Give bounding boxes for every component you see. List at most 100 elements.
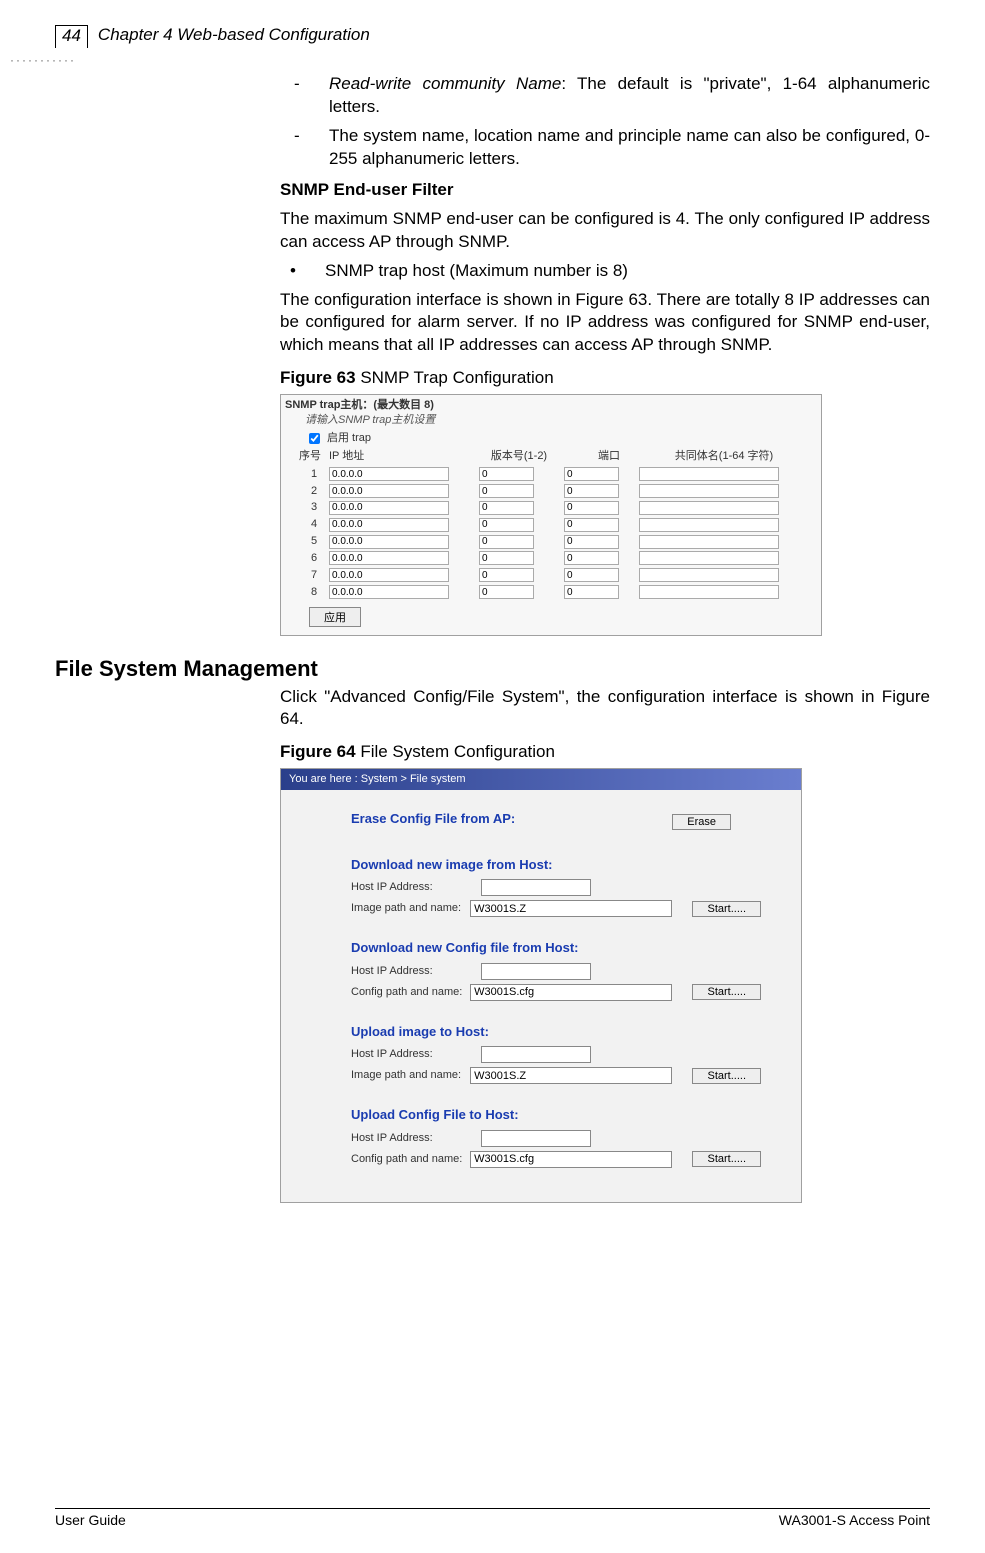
- upload-config-heading: Upload Config File to Host:: [351, 1106, 761, 1124]
- config-path-label: Config path and name:: [351, 1152, 470, 1167]
- dl-image-path-input[interactable]: [470, 900, 672, 917]
- row-seq: 5: [299, 534, 329, 549]
- ul-image-hostip-input[interactable]: [481, 1046, 591, 1063]
- trap-community-input[interactable]: [639, 585, 779, 599]
- dl-image-hostip-input[interactable]: [481, 879, 591, 896]
- trap-row: 2: [281, 483, 821, 500]
- trap-community-input[interactable]: [639, 535, 779, 549]
- chapter-title: Chapter 4 Web-based Configuration: [98, 25, 370, 45]
- ul-config-path-input[interactable]: [470, 1151, 672, 1168]
- trap-community-input[interactable]: [639, 568, 779, 582]
- bullet-item: • SNMP trap host (Maximum number is 8): [280, 260, 930, 283]
- figure63-caption-number: Figure 63: [280, 368, 356, 387]
- trap-ip-input[interactable]: [329, 501, 449, 515]
- apply-button[interactable]: 应用: [309, 607, 361, 627]
- erase-button[interactable]: Erase: [672, 814, 731, 830]
- trap-version-input[interactable]: [479, 501, 534, 515]
- trap-ip-input[interactable]: [329, 484, 449, 498]
- dash-icon: -: [280, 73, 329, 119]
- trap-port-input[interactable]: [564, 518, 619, 532]
- trap-community-input[interactable]: [639, 467, 779, 481]
- trap-version-input[interactable]: [479, 551, 534, 565]
- trap-community-input[interactable]: [639, 518, 779, 532]
- enable-trap-checkbox[interactable]: [309, 433, 320, 444]
- dash-icon: -: [280, 125, 329, 171]
- trap-row: 3: [281, 499, 821, 516]
- trap-port-input[interactable]: [564, 467, 619, 481]
- trap-version-input[interactable]: [479, 535, 534, 549]
- col-seq: 序号: [299, 449, 329, 464]
- figure64-panel: You are here : System > File system Eras…: [280, 768, 802, 1203]
- figure63-caption: Figure 63 SNMP Trap Configuration: [280, 367, 930, 390]
- snmp-filter-para: The maximum SNMP end-user can be configu…: [280, 208, 930, 254]
- enable-trap-label: 启用 trap: [327, 431, 371, 446]
- sysname-text: The system name, location name and princ…: [329, 125, 930, 171]
- footer-left: User Guide: [55, 1512, 126, 1528]
- col-ver: 版本号(1-2): [469, 449, 569, 464]
- trap-ip-input[interactable]: [329, 568, 449, 582]
- trap-ip-input[interactable]: [329, 585, 449, 599]
- trap-port-input[interactable]: [564, 585, 619, 599]
- fig63-table-header: 序号 IP 地址 版本号(1-2) 端口 共同体名(1-64 字符): [281, 447, 821, 466]
- main-content: - Read-write community Name: The default…: [280, 73, 930, 636]
- dl-config-start-button[interactable]: Start.....: [692, 984, 761, 1000]
- host-ip-label: Host IP Address:: [351, 1131, 481, 1146]
- col-ip: IP 地址: [329, 449, 469, 464]
- config-path-label: Config path and name:: [351, 985, 470, 1000]
- snmp-filter-heading: SNMP End-user Filter: [280, 179, 930, 202]
- bullet-icon: •: [280, 260, 325, 283]
- figure63-caption-text: SNMP Trap Configuration: [356, 368, 554, 387]
- ul-config-hostip-input[interactable]: [481, 1130, 591, 1147]
- download-image-heading: Download new image from Host:: [351, 856, 761, 874]
- trap-version-input[interactable]: [479, 484, 534, 498]
- dl-config-hostip-input[interactable]: [481, 963, 591, 980]
- trap-port-input[interactable]: [564, 501, 619, 515]
- trap-version-input[interactable]: [479, 585, 534, 599]
- trap-ip-input[interactable]: [329, 467, 449, 481]
- host-ip-label: Host IP Address:: [351, 880, 481, 895]
- trap-version-input[interactable]: [479, 568, 534, 582]
- row-seq: 1: [299, 467, 329, 482]
- trap-row: 5: [281, 533, 821, 550]
- dl-image-start-button[interactable]: Start.....: [692, 901, 761, 917]
- upload-image-heading: Upload image to Host:: [351, 1023, 761, 1041]
- download-config-heading: Download new Config file from Host:: [351, 939, 761, 957]
- host-ip-label: Host IP Address:: [351, 1047, 481, 1062]
- ul-image-start-button[interactable]: Start.....: [692, 1068, 761, 1084]
- col-port: 端口: [569, 449, 649, 464]
- page-header: 44 Chapter 4 Web-based Configuration ···…: [55, 25, 930, 48]
- trap-row: 6: [281, 550, 821, 567]
- trap-port-input[interactable]: [564, 535, 619, 549]
- trap-version-input[interactable]: [479, 467, 534, 481]
- trap-port-input[interactable]: [564, 568, 619, 582]
- trap-ip-input[interactable]: [329, 551, 449, 565]
- dl-config-path-input[interactable]: [470, 984, 672, 1001]
- trap-ip-input[interactable]: [329, 535, 449, 549]
- row-seq: 7: [299, 568, 329, 583]
- row-seq: 6: [299, 551, 329, 566]
- breadcrumb: You are here : System > File system: [281, 769, 801, 790]
- trap-row: 7: [281, 567, 821, 584]
- figure64-caption: Figure 64 File System Configuration: [280, 741, 930, 764]
- trap-community-input[interactable]: [639, 551, 779, 565]
- image-path-label: Image path and name:: [351, 901, 470, 916]
- trap-ip-input[interactable]: [329, 518, 449, 532]
- col-comm: 共同体名(1-64 字符): [649, 449, 799, 464]
- ul-config-start-button[interactable]: Start.....: [692, 1151, 761, 1167]
- trap-community-input[interactable]: [639, 501, 779, 515]
- erase-heading: Erase Config File from AP:: [351, 810, 515, 828]
- trap-port-input[interactable]: [564, 551, 619, 565]
- row-seq: 2: [299, 484, 329, 499]
- trap-version-input[interactable]: [479, 518, 534, 532]
- trap-community-input[interactable]: [639, 484, 779, 498]
- fig63-title: SNMP trap主机：(最大数目 8): [281, 395, 821, 413]
- file-system-management-heading: File System Management: [55, 656, 930, 682]
- footer-right: WA3001-S Access Point: [779, 1512, 930, 1528]
- trap-port-input[interactable]: [564, 484, 619, 498]
- row-seq: 3: [299, 500, 329, 515]
- rw-community-term: Read-write community Name: [329, 74, 561, 93]
- ul-image-path-input[interactable]: [470, 1067, 672, 1084]
- dash-item: - The system name, location name and pri…: [280, 125, 930, 171]
- trap-row: 8: [281, 584, 821, 601]
- header-decorative-dots: ···········: [10, 53, 76, 67]
